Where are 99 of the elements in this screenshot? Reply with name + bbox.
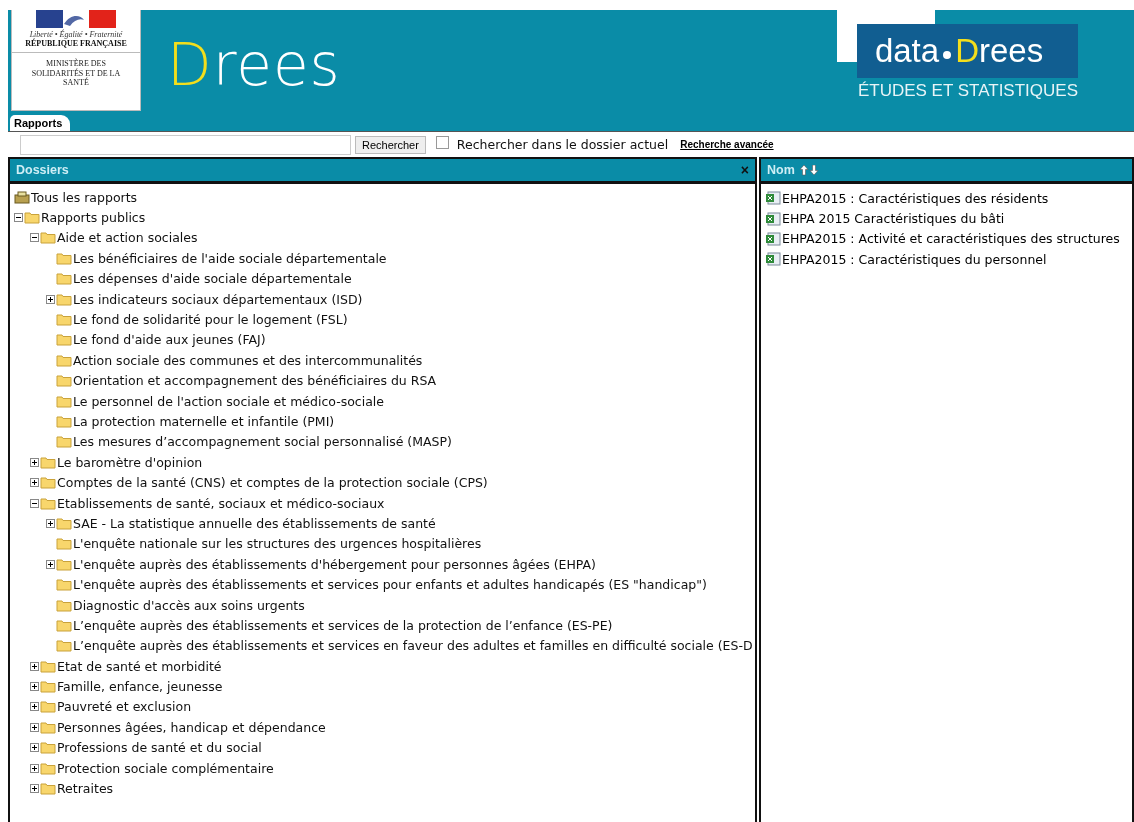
folder-icon xyxy=(56,598,72,612)
file-name[interactable]: EHPA2015 : Caractéristiques des résidents xyxy=(782,190,1049,206)
checkbox-label: Rechercher dans le dossier actuel xyxy=(456,137,669,152)
tree-item[interactable]: Tous les rapports xyxy=(31,189,138,205)
tree-item[interactable]: L’enquête auprès des établissements et services de la protection de l’enfance (ES-PE) xyxy=(73,617,613,633)
tree-item[interactable]: Etablissements de santé, sociaux et médico-sociaux xyxy=(57,495,385,511)
folder-icon xyxy=(40,455,56,469)
folder-icon xyxy=(40,741,56,755)
ministry-name: MINISTÈRE DES SOLIDARITÉS ET DE LA SANTÉ xyxy=(30,59,122,88)
folder-icon xyxy=(40,231,56,245)
folder-icon xyxy=(56,557,72,571)
tree-item[interactable]: Diagnostic d'accès aux soins urgents xyxy=(73,597,305,613)
expand-icon[interactable] xyxy=(30,457,39,467)
folder-icon xyxy=(56,415,72,428)
tree-item[interactable]: L'enquête nationale sur les structures des urgences hospitalières xyxy=(73,536,482,552)
tree-item[interactable]: Les bénéficiaires de l'aide sociale départementale xyxy=(73,250,387,266)
tree-item[interactable]: Action sociale des communes et des intercommunalités xyxy=(73,352,423,368)
tab[interactable]: Rapports xyxy=(10,115,71,131)
tree-item[interactable]: Rapports publics xyxy=(41,210,146,226)
tree-item[interactable]: Les dépenses d'aide sociale départementale xyxy=(73,271,352,287)
expand-icon[interactable] xyxy=(30,784,39,793)
tree-item[interactable]: Les indicateurs sociaux départementaux (ISD) xyxy=(73,291,363,307)
spreadsheet-icon xyxy=(765,231,781,246)
flag-icon xyxy=(36,10,116,28)
tree-item[interactable]: SAE - La statistique annuelle des établissements de santé xyxy=(73,515,436,531)
folder-icon xyxy=(56,578,72,592)
expand-icon[interactable] xyxy=(46,518,55,528)
folder-icon xyxy=(40,659,56,673)
tree-item[interactable]: Professions de santé et du social xyxy=(57,740,262,756)
expand-icon[interactable] xyxy=(30,702,39,712)
advanced-search-link[interactable]: Recherche avancée xyxy=(680,139,774,150)
tree-item[interactable]: La protection maternelle et infantile (PMI) xyxy=(73,414,335,429)
tree-item[interactable]: Le baromètre d'opinion xyxy=(57,454,203,470)
checkbox[interactable] xyxy=(435,136,449,149)
folder-icon xyxy=(40,761,56,775)
file-name[interactable]: EHPA 2015 Caractéristiques du bâti xyxy=(782,211,1005,227)
expand-icon[interactable] xyxy=(30,478,39,488)
folder-icon xyxy=(56,516,72,530)
folder-icon xyxy=(56,374,72,388)
expand-icon[interactable] xyxy=(30,722,39,732)
folder-icon xyxy=(56,313,72,327)
search-button[interactable]: Rechercher xyxy=(355,135,426,154)
tree-item[interactable]: L’enquête auprès des établissements et services en faveur des adultes et familles en difficulté sociale (ES-D xyxy=(73,638,753,654)
panel-title: Dossiers xyxy=(16,163,70,177)
folder-icon xyxy=(40,496,56,510)
collapse-icon[interactable] xyxy=(30,233,39,243)
expand-icon[interactable] xyxy=(46,294,55,304)
file-name[interactable]: EHPA2015 : Caractéristiques du personnel xyxy=(782,251,1047,267)
tree-item[interactable]: L'enquête auprès des établissements d'hébergement pour personnes âgées (EHPA) xyxy=(73,556,596,572)
folder-icon xyxy=(40,680,56,694)
collapse-icon[interactable] xyxy=(14,213,23,223)
expand-icon[interactable] xyxy=(30,682,39,692)
tree-item[interactable]: Le fond de solidarité pour le logement (FSL) xyxy=(73,312,348,328)
folder-icon xyxy=(56,292,72,306)
tree-item[interactable]: Famille, enfance, jeunesse xyxy=(57,679,223,695)
tree-item[interactable]: Retraites xyxy=(57,781,114,796)
folder-icon xyxy=(56,435,72,449)
drees-logo: Drees xyxy=(167,36,341,96)
briefcase-icon xyxy=(14,190,30,204)
close-button[interactable]: × xyxy=(740,162,749,178)
tree-item[interactable]: Orientation et accompagnement des bénéficiaires du RSA xyxy=(73,373,437,389)
country-name: RÉPUBLIQUE FRANÇAISE xyxy=(12,39,140,53)
expand-icon[interactable] xyxy=(30,743,39,753)
folder-icon xyxy=(56,353,72,367)
data-drees-logo: data Drees xyxy=(856,24,1078,78)
expand-icon[interactable] xyxy=(30,661,39,671)
sort-icon[interactable] xyxy=(799,164,820,176)
tree-item[interactable]: Etat de santé et morbidité xyxy=(57,658,222,674)
motto-text: Liberté • Égalité • Fraternité xyxy=(29,30,123,39)
tagline: ÉTUDES ET STATISTIQUES xyxy=(856,81,1078,101)
tree-item[interactable]: L'enquête auprès des établissements et services pour enfants et adultes handicapés (ES "handicap") xyxy=(73,577,707,593)
tree-item[interactable]: Comptes de la santé (CNS) et comptes de la protection sociale (CPS) xyxy=(57,475,488,491)
tree-item[interactable]: Aide et action sociales xyxy=(57,230,198,246)
folder-icon xyxy=(40,782,56,795)
spreadsheet-icon xyxy=(765,252,781,267)
folder-icon xyxy=(56,333,72,347)
search-field[interactable] xyxy=(20,134,351,155)
tree-item[interactable]: Protection sociale complémentaire xyxy=(57,760,274,776)
folder-icon xyxy=(56,639,72,653)
spreadsheet-icon xyxy=(765,211,781,226)
collapse-icon[interactable] xyxy=(30,498,39,508)
tree-item[interactable]: Le fond d'aide aux jeunes (FAJ) xyxy=(73,332,266,348)
folder-icon xyxy=(40,720,56,734)
folder-icon xyxy=(56,537,72,551)
folder-icon xyxy=(56,394,72,408)
folder-icon xyxy=(40,700,56,714)
folder-icon xyxy=(24,211,40,225)
expand-icon[interactable] xyxy=(30,763,39,773)
folder-icon xyxy=(40,476,56,490)
folder-icon xyxy=(56,618,72,632)
tree-item[interactable]: Personnes âgées, handicap et dépendance xyxy=(57,719,326,735)
folder-icon xyxy=(56,251,72,265)
tree-item[interactable]: Le personnel de l'action sociale et médico-sociale xyxy=(73,393,384,409)
tree-item[interactable]: Pauvreté et exclusion xyxy=(57,699,192,715)
file-name[interactable]: EHPA2015 : Activité et caractéristiques des structures xyxy=(782,231,1120,247)
tree-item[interactable]: Les mesures d’accompagnement social personnalisé (MASP) xyxy=(73,434,452,450)
folder-icon xyxy=(56,272,72,286)
spreadsheet-icon xyxy=(765,191,781,206)
expand-icon[interactable] xyxy=(46,559,55,569)
